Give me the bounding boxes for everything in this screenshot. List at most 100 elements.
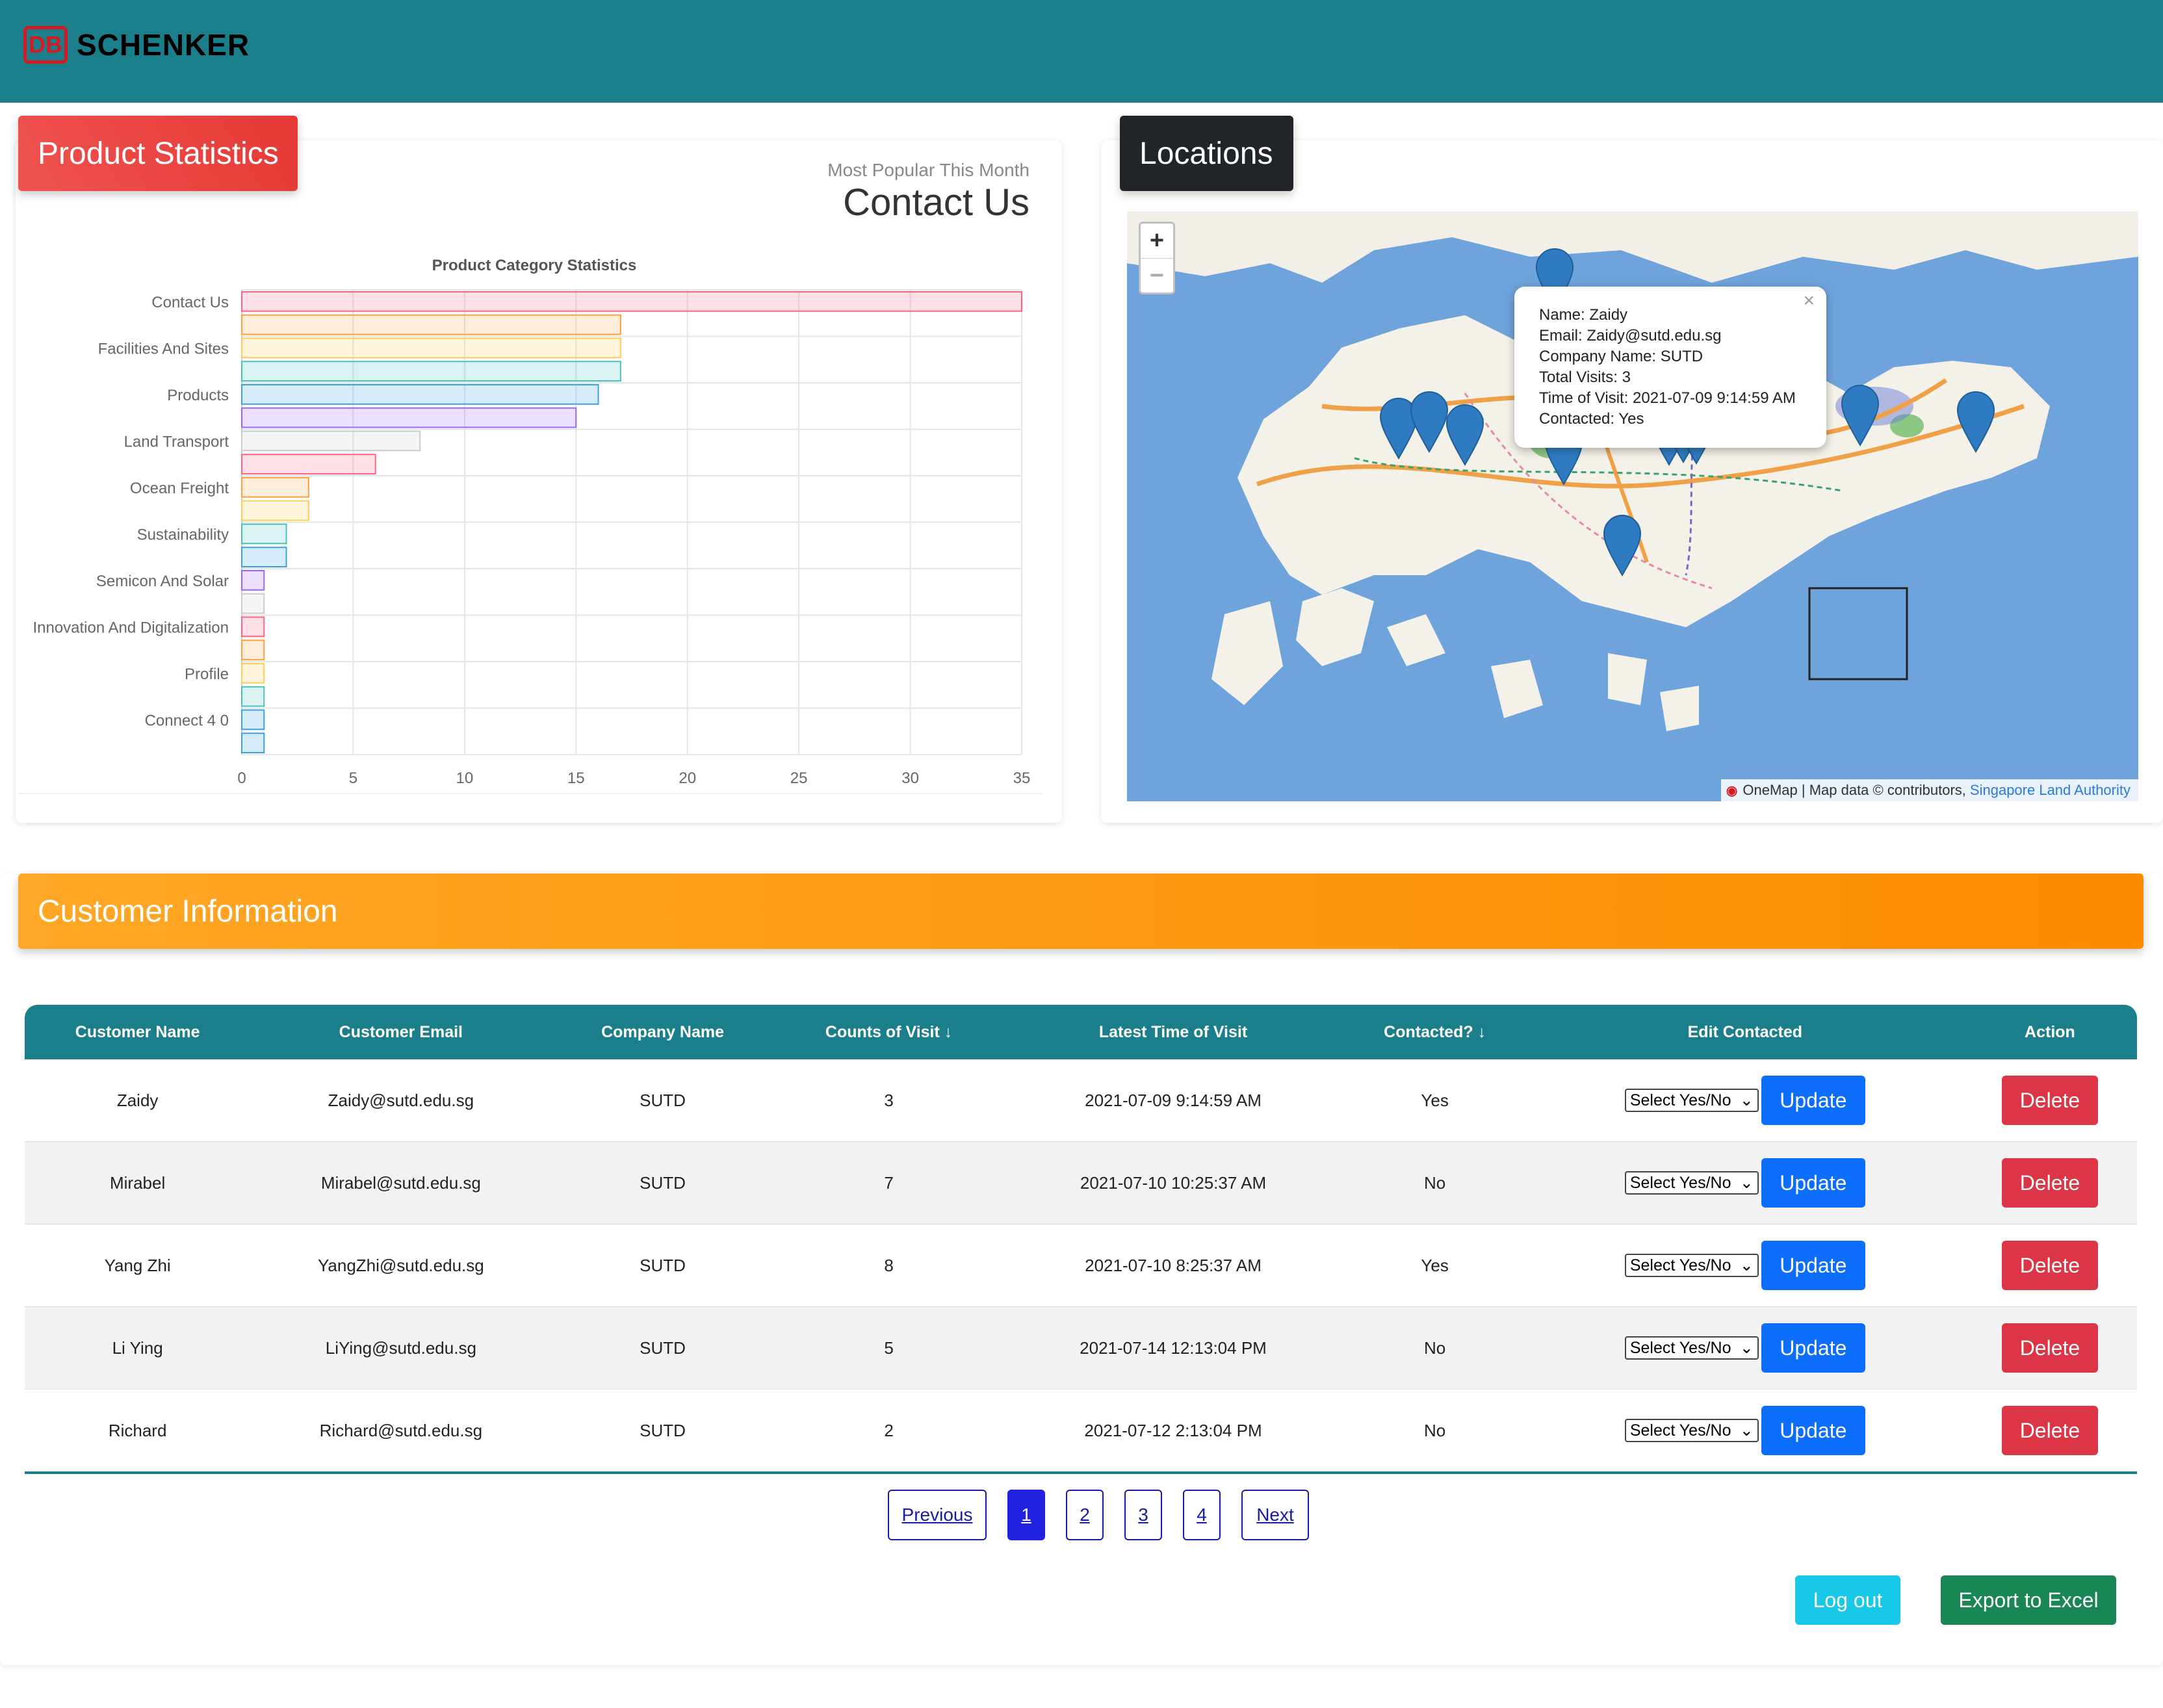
delete-button[interactable]: Delete (2001, 1076, 2098, 1125)
contacted-select[interactable]: Select Yes/No ⌄ (1624, 1089, 1759, 1112)
cell-edit-contacted: Select Yes/No ⌄ Update (1527, 1390, 1963, 1473)
col-latest-time: Latest Time of Visit (1098, 1022, 1248, 1041)
pagination-page-4[interactable]: 4 (1183, 1490, 1221, 1540)
category-label: Land Transport (124, 433, 229, 450)
bar (241, 407, 577, 428)
brand-logo[interactable]: DB SCHENKER (23, 26, 250, 64)
category-label: Innovation And Digitalization (32, 619, 229, 636)
category-label: Connect 4 0 (145, 712, 229, 729)
popular-subtitle: Most Popular This Month (827, 160, 1030, 180)
cell-customer-name: Richard (108, 1420, 167, 1440)
pagination-page-1[interactable]: 1 (1007, 1490, 1045, 1540)
bar (241, 291, 1022, 312)
contacted-select[interactable]: Select Yes/No ⌄ (1624, 1419, 1759, 1442)
singapore-map[interactable]: + − × Name: Zaidy Email: Zaidy@sutd.edu.… (1127, 211, 2138, 801)
chart-title: Product Category Statistics (432, 257, 637, 274)
cell-customer-name: Yang Zhi (104, 1255, 171, 1275)
popup-email: Email: Zaidy@sutd.edu.sg (1539, 327, 1722, 344)
cell-action: Delete (1963, 1142, 2137, 1224)
col-contacted[interactable]: Contacted? ↓ (1343, 1005, 1527, 1059)
cell-action: Delete (1963, 1390, 2137, 1473)
update-button[interactable]: Update (1761, 1241, 1865, 1290)
table-row: Li Ying LiYing@sutd.edu.sg SUTD 5 2021-0… (25, 1306, 2137, 1390)
cell-contacted: No (1424, 1172, 1446, 1193)
bar (241, 709, 265, 731)
cell-edit-contacted: Select Yes/No ⌄ Update (1527, 1059, 1963, 1142)
col-company-name: Company Name (601, 1022, 725, 1041)
customer-table: Customer Name Customer Email Company Nam… (25, 1005, 2137, 1474)
cell-latest-time: 2021-07-10 8:25:37 AM (1085, 1255, 1262, 1275)
category-label: Ocean Freight (130, 480, 229, 497)
bar (241, 616, 265, 638)
edit-contacted-group: Select Yes/No ⌄ Update (1527, 1142, 1963, 1224)
x-tick-label: 10 (456, 770, 474, 784)
cell-latest-time: 2021-07-10 10:25:37 AM (1080, 1172, 1267, 1193)
contacted-select[interactable]: Select Yes/No ⌄ (1624, 1171, 1759, 1195)
popup-visits: Total Visits: 3 (1539, 369, 1631, 386)
pagination-previous[interactable]: Previous (888, 1490, 987, 1540)
table-row: Richard Richard@sutd.edu.sg SUTD 2 2021-… (25, 1390, 2137, 1473)
pagination: Previous 1 2 3 4 Next (888, 1490, 1309, 1540)
product-category-chart: Product Category Statistics 0 5 10 15 20 25 30 3… (32, 257, 1031, 784)
cell-action: Delete (1963, 1224, 2137, 1307)
pagination-next[interactable]: Next (1241, 1490, 1309, 1540)
delete-button[interactable]: Delete (2001, 1158, 2098, 1208)
cell-company-name: SUTD (640, 1172, 686, 1193)
update-button[interactable]: Update (1761, 1158, 1865, 1208)
delete-button[interactable]: Delete (2001, 1323, 2098, 1373)
col-counts-of-visit[interactable]: Counts of Visit ↓ (774, 1005, 1004, 1059)
cell-customer-email: Zaidy@sutd.edu.sg (328, 1090, 474, 1110)
bar (241, 663, 265, 684)
bar (241, 314, 621, 335)
pagination-page-3[interactable]: 3 (1124, 1490, 1162, 1540)
bar (241, 384, 599, 405)
update-button[interactable]: Update (1761, 1076, 1865, 1125)
contacted-select[interactable]: Select Yes/No ⌄ (1624, 1254, 1759, 1277)
brand-name: SCHENKER (77, 28, 250, 62)
bar (241, 454, 376, 474)
cell-contacted: Yes (1421, 1090, 1449, 1110)
bar (241, 547, 287, 567)
edit-contacted-group: Select Yes/No ⌄ Update (1527, 1224, 1963, 1306)
popup-name: Name: Zaidy (1539, 306, 1628, 324)
edit-contacted-group: Select Yes/No ⌄ Update (1527, 1390, 1963, 1471)
contacted-select-label: Select Yes/No (1629, 1338, 1731, 1357)
chevron-down-icon: ⌄ (1739, 1091, 1754, 1109)
edit-contacted-group: Select Yes/No ⌄ Update (1527, 1307, 1963, 1389)
attribution-link[interactable]: Singapore Land Authority (1970, 782, 2131, 799)
contacted-select-label: Select Yes/No (1629, 1173, 1731, 1192)
x-tick-label: 20 (679, 770, 696, 784)
zoom-in-button[interactable]: + (1141, 224, 1173, 258)
chevron-down-icon: ⌄ (1739, 1339, 1754, 1357)
x-tick-label: 35 (1013, 770, 1031, 784)
cell-latest-time: 2021-07-09 9:14:59 AM (1085, 1090, 1262, 1110)
top-navbar: DB SCHENKER (0, 0, 2163, 103)
x-tick-label: 25 (790, 770, 808, 784)
table-row: Mirabel Mirabel@sutd.edu.sg SUTD 7 2021-… (25, 1141, 2137, 1224)
popup-time: Time of Visit: 2021-07-09 9:14:59 AM (1539, 389, 1796, 407)
cell-contacted: Yes (1421, 1255, 1449, 1275)
cell-action: Delete (1963, 1059, 2137, 1142)
category-label: Contact Us (151, 294, 229, 311)
popup-close-icon[interactable]: × (1803, 291, 1815, 311)
cell-visit-count: 3 (884, 1090, 894, 1110)
contacted-select[interactable]: Select Yes/No ⌄ (1624, 1336, 1759, 1360)
cell-company-name: SUTD (640, 1255, 686, 1275)
zoom-out-button[interactable]: − (1141, 258, 1173, 292)
cell-latest-time: 2021-07-12 2:13:04 PM (1084, 1420, 1262, 1440)
delete-button[interactable]: Delete (2001, 1406, 2098, 1455)
bar (241, 477, 309, 498)
delete-button[interactable]: Delete (2001, 1241, 2098, 1290)
export-excel-button[interactable]: Export to Excel (1941, 1575, 2116, 1625)
update-button[interactable]: Update (1761, 1406, 1865, 1455)
category-label: Semicon And Solar (96, 573, 229, 590)
customer-information-header: Customer Information (18, 873, 2144, 949)
update-button[interactable]: Update (1761, 1323, 1865, 1373)
cell-edit-contacted: Select Yes/No ⌄ Update (1527, 1224, 1963, 1307)
pagination-page-2[interactable]: 2 (1066, 1490, 1104, 1540)
cell-visit-count: 8 (884, 1255, 894, 1275)
logout-button[interactable]: Log out (1795, 1575, 1900, 1625)
locations-header: Locations (1120, 116, 1293, 191)
bar (241, 430, 421, 452)
bar (241, 523, 287, 545)
